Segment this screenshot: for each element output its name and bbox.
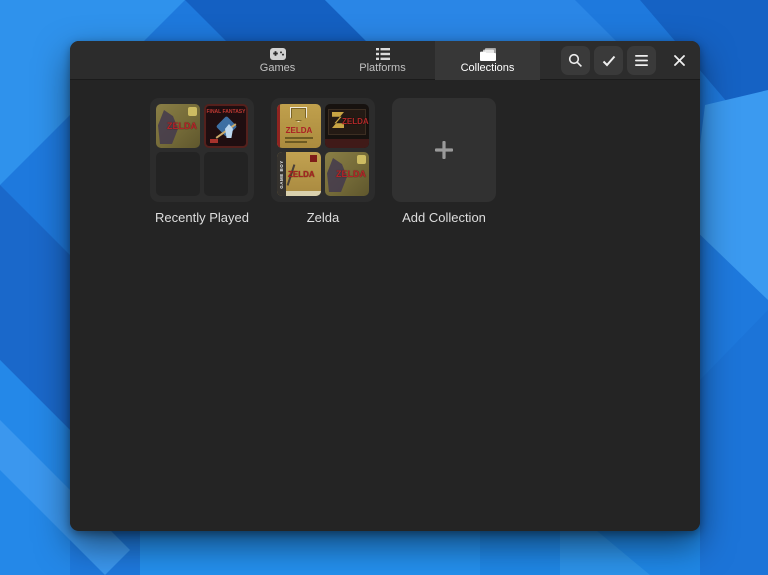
collection-label: Add Collection (402, 210, 486, 225)
select-button[interactable] (594, 46, 623, 75)
close-icon (674, 55, 685, 66)
checkmark-icon (602, 55, 616, 67)
gameboy-label: GAME BOY (279, 159, 285, 189)
header-controls (561, 46, 694, 75)
search-icon (568, 53, 583, 68)
tab-platforms-label: Platforms (359, 62, 406, 74)
list-icon (375, 47, 391, 61)
cover-art (286, 191, 321, 196)
plus-icon (432, 138, 456, 162)
cover-zelda-ocarina-of-time: ZELDA (325, 152, 369, 196)
collection-card-recently-played[interactable]: ZELDA FINAL FANTASY (150, 98, 254, 202)
main-menu-button[interactable] (627, 46, 656, 75)
collection-add: Add Collection (392, 98, 496, 225)
cover-zelda-ocarina-of-time: ZELDA (156, 104, 200, 148)
close-button[interactable] (665, 46, 694, 75)
tab-games-label: Games (259, 62, 296, 74)
cover-title: ZELDA (336, 169, 366, 179)
collections-icon (479, 47, 496, 61)
cover-title: ZELDA (285, 126, 313, 135)
collections-view: ZELDA FINAL FANTASY Recently Played ZELD… (70, 80, 700, 530)
games-app-window: Games Platforms Collections ZELDA FINAL … (70, 41, 700, 531)
cover-art (325, 139, 369, 148)
add-collection-button[interactable] (392, 98, 496, 202)
cover-final-fantasy: FINAL FANTASY (204, 104, 248, 148)
nes-badge (210, 139, 218, 143)
cover-art (310, 155, 317, 162)
hamburger-icon (635, 55, 648, 66)
header-bar: Games Platforms Collections (70, 41, 700, 80)
cover-zelda-link-to-the-past: ZELDA (325, 104, 369, 148)
empty-slot (156, 152, 200, 196)
cover-zelda-links-awakening: GAME BOY ZELDA (277, 152, 321, 196)
collection-label: Recently Played (155, 210, 249, 225)
collection-card-zelda[interactable]: ZELDA ZELDA GAME BOY ZELDA ZELDA (271, 98, 375, 202)
collection-recently-played: ZELDA FINAL FANTASY Recently Played (150, 98, 254, 225)
cover-title: ZELDA (288, 170, 315, 179)
collection-label: Zelda (306, 210, 340, 225)
collection-zelda: ZELDA ZELDA GAME BOY ZELDA ZELDA Zelda (271, 98, 375, 225)
cover-art (290, 107, 307, 122)
empty-slot (204, 152, 248, 196)
gamepad-icon (269, 47, 286, 61)
search-button[interactable] (561, 46, 590, 75)
n64-badge (188, 107, 197, 116)
view-switcher: Games Platforms Collections (225, 41, 540, 80)
tab-platforms[interactable]: Platforms (330, 41, 435, 80)
cover-art (285, 137, 313, 139)
cover-title: FINAL FANTASY (206, 109, 246, 115)
tab-collections-label: Collections (460, 62, 515, 74)
desktop-screen: Games Platforms Collections ZELDA FINAL … (0, 0, 768, 575)
cover-art (285, 141, 307, 143)
n64-badge (357, 155, 366, 164)
collections-grid: ZELDA FINAL FANTASY Recently Played ZELD… (150, 98, 496, 225)
tab-collections[interactable]: Collections (435, 41, 540, 80)
cover-zelda-nes: ZELDA (277, 104, 321, 148)
cover-title: ZELDA (342, 117, 369, 126)
gameboy-side-band: GAME BOY (277, 152, 286, 196)
tab-games[interactable]: Games (225, 41, 330, 80)
cover-title: ZELDA (167, 121, 197, 131)
